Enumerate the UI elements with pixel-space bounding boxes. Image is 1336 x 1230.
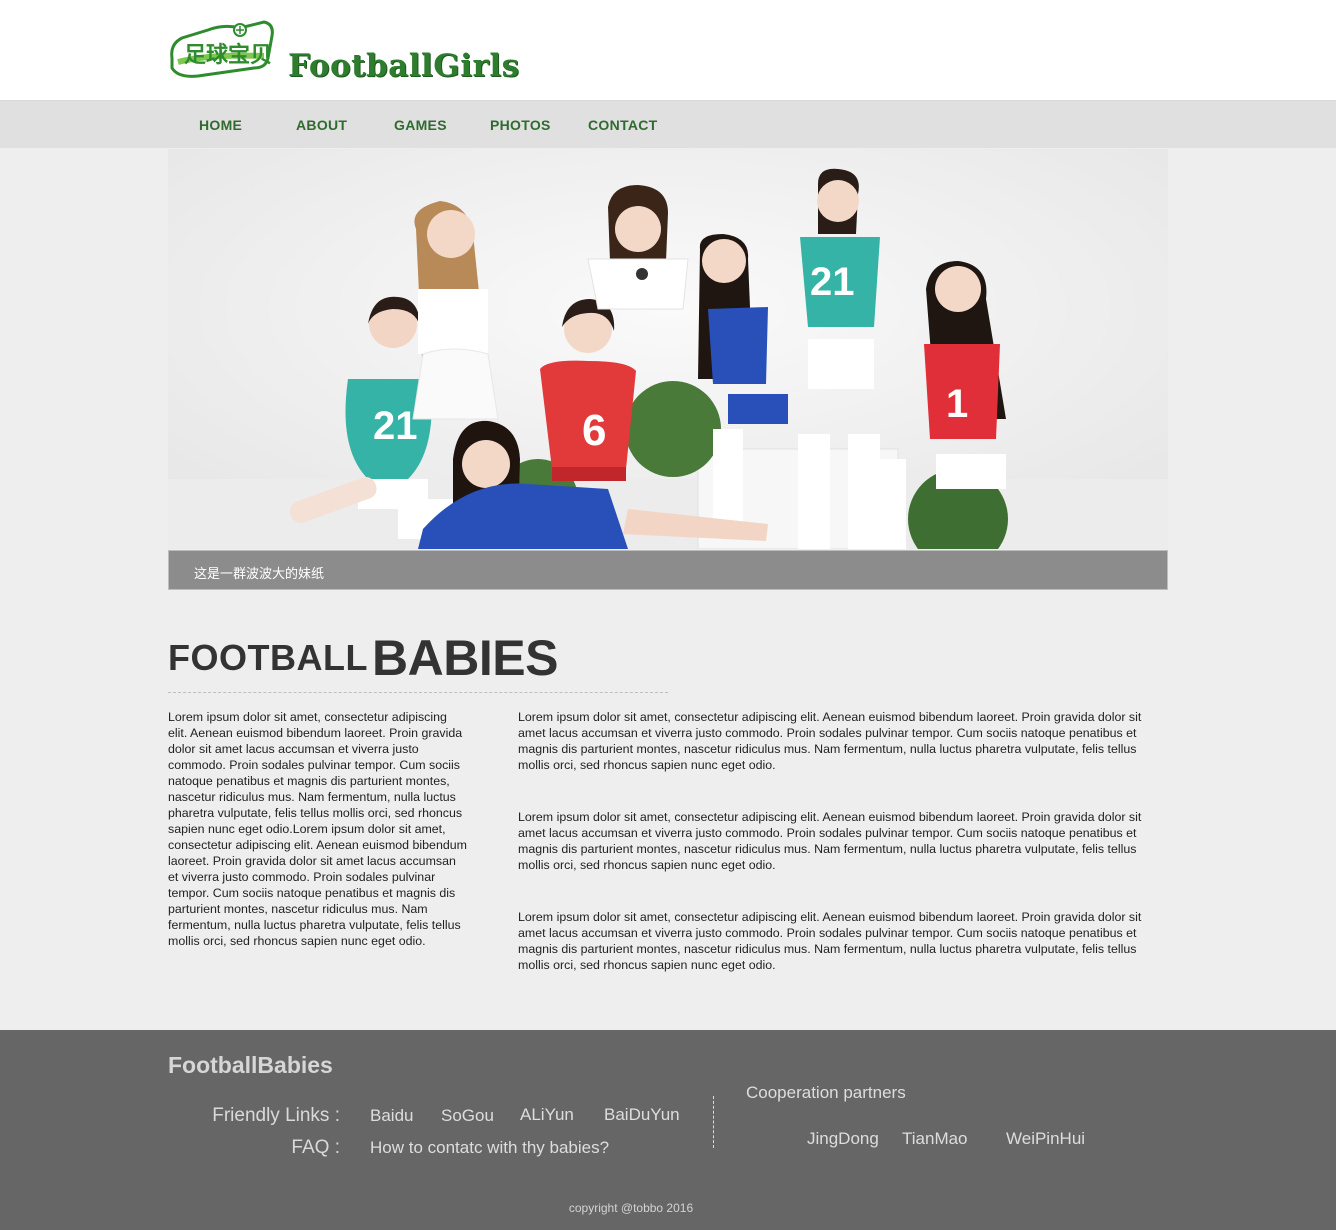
footer-brand: FootballBabies — [168, 1052, 333, 1078]
faq-link[interactable]: How to contatc with thy babies? — [370, 1138, 609, 1158]
friendly-link-baiduyun[interactable]: BaiDuYun — [604, 1105, 680, 1125]
partner-link-tianmao[interactable]: TianMao — [902, 1129, 968, 1149]
faq-label: FAQ : — [291, 1137, 340, 1158]
right-paragraph: Lorem ipsum dolor sit amet, consectetur … — [518, 710, 1142, 772]
nav-games[interactable]: GAMES — [394, 117, 447, 133]
jersey-number: 21 — [373, 404, 418, 448]
site-footer: FootballBabies Friendly Links : Baidu So… — [0, 1030, 1336, 1230]
main-nav: HOME ABOUT GAMES PHOTOS CONTACT — [0, 100, 1336, 148]
footer-divider — [713, 1096, 714, 1148]
section-heading-part2: BABIES — [372, 630, 558, 686]
friendly-link-baidu[interactable]: Baidu — [370, 1106, 413, 1126]
partner-link-weipinhui[interactable]: WeiPinHui — [1006, 1129, 1085, 1149]
nav-home[interactable]: HOME — [199, 117, 242, 133]
site-header: 足球宝贝 FootballGirls — [0, 0, 1336, 100]
logo-badge-graphic: 足球宝贝 — [170, 20, 274, 78]
left-column-text: Lorem ipsum dolor sit amet, consectetur … — [168, 710, 467, 948]
friendly-link-sogou[interactable]: SoGou — [441, 1106, 494, 1126]
hero-caption-bar: 这是一群波波大的妹纸 — [168, 550, 1168, 590]
partner-link-jingdong[interactable]: JingDong — [807, 1129, 879, 1149]
logo-badge-text: 足球宝贝 — [184, 42, 272, 68]
hero-image: 21 6 21 1 — [168, 149, 1168, 549]
right-paragraph: Lorem ipsum dolor sit amet, consectetur … — [518, 810, 1142, 872]
hero-caption: 这是一群波波大的妹纸 — [194, 566, 325, 581]
nav-contact[interactable]: CONTACT — [588, 117, 658, 133]
copyright: copyright @tobbo 2016 — [568, 1201, 694, 1215]
right-paragraph: Lorem ipsum dolor sit amet, consectetur … — [518, 910, 1142, 972]
nav-about[interactable]: ABOUT — [296, 117, 347, 133]
jersey-number: 21 — [810, 260, 855, 304]
heading-divider — [168, 692, 668, 693]
jersey-number: 6 — [582, 406, 606, 455]
hero-photo: 21 6 21 1 — [168, 149, 1168, 549]
nav-photos[interactable]: PHOTOS — [490, 117, 551, 133]
friendly-link-aliyun[interactable]: ALiYun — [520, 1105, 574, 1125]
friendly-links-label: Friendly Links : — [212, 1105, 340, 1126]
section-heading-part1: FOOTBALL — [168, 637, 368, 678]
jersey-number: 1 — [946, 382, 968, 426]
site-title[interactable]: FootballGirls — [288, 48, 520, 84]
logo-badge[interactable]: 足球宝贝 — [168, 18, 276, 80]
partners-label: Cooperation partners — [746, 1083, 906, 1102]
